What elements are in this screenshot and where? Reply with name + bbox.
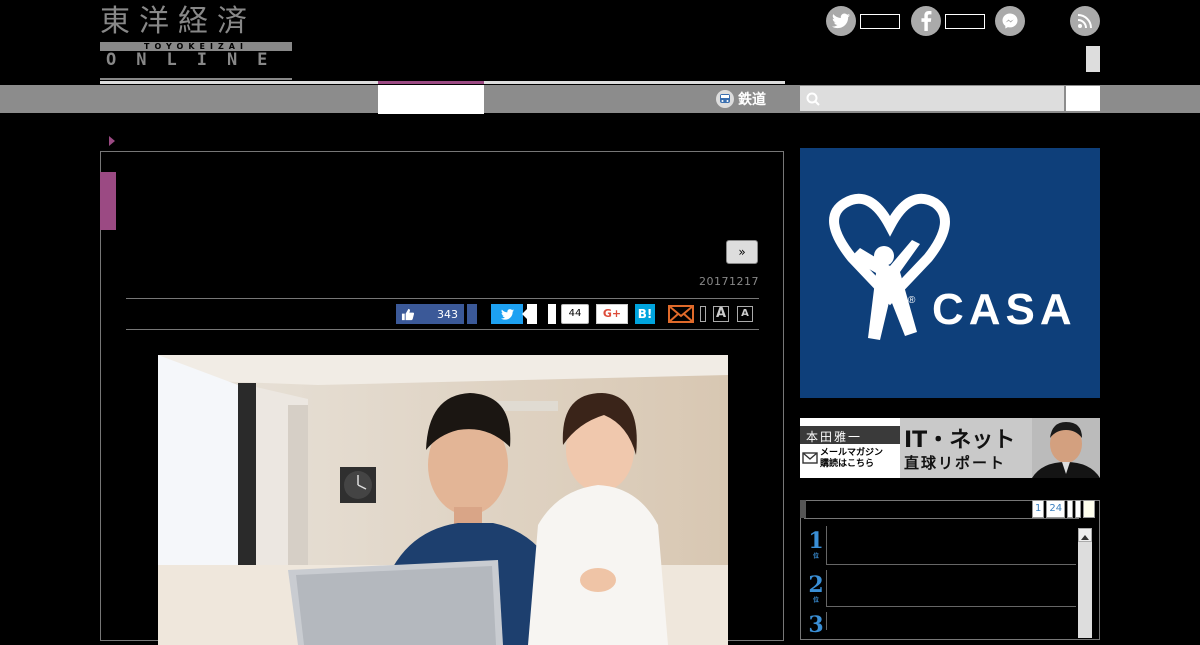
ranking-scrollbar[interactable] xyxy=(1078,528,1092,638)
train-icon xyxy=(716,90,734,108)
print-button[interactable] xyxy=(700,306,706,322)
rank-2-number: 2位 xyxy=(808,572,824,604)
facebook-like-button[interactable]: 343 xyxy=(396,304,464,324)
rank-1-divider xyxy=(826,526,827,564)
ranking-tab-3[interactable] xyxy=(1067,500,1074,518)
facebook-icon[interactable] xyxy=(911,6,941,36)
divider-top xyxy=(126,298,759,299)
nav-rail-label: 鉄道 xyxy=(738,92,766,108)
tweet-button[interactable] xyxy=(491,304,523,324)
logo-online: ONLINE xyxy=(106,50,288,70)
rank-3-number: 3 xyxy=(808,612,824,638)
font-size-large-button[interactable]: A xyxy=(713,306,729,322)
ranking-tabs: 1 24 xyxy=(1032,500,1096,518)
honda-column-subtitle: 直球リポート xyxy=(904,454,1007,472)
twitter-bird-icon xyxy=(500,308,514,320)
site-logo[interactable]: 東洋経済 xyxy=(100,4,292,40)
ranking-tab-24[interactable]: 24 xyxy=(1046,500,1066,518)
search-button[interactable] xyxy=(1066,86,1100,111)
thumbs-up-icon xyxy=(401,308,414,320)
breadcrumb-arrow-icon xyxy=(109,136,115,146)
divider-bottom xyxy=(126,329,759,330)
nav-item-rail[interactable]: 鉄道 xyxy=(716,88,766,110)
rss-icon[interactable] xyxy=(1070,6,1100,36)
twitter-icon[interactable] xyxy=(826,6,856,36)
tweet-count xyxy=(527,304,537,324)
honda-mag-line2: 購読はこちら xyxy=(820,459,875,469)
ranking-divider xyxy=(804,518,1079,519)
facebook-count xyxy=(945,14,985,29)
google-plus-button[interactable]: G+ xyxy=(596,304,628,324)
share-square[interactable] xyxy=(548,304,556,324)
casa-logo-text: CASA xyxy=(932,285,1077,334)
next-page-button[interactable]: » xyxy=(726,240,758,264)
rank-2-divider xyxy=(826,570,827,606)
arrow-up-icon xyxy=(1081,535,1089,540)
search-icon xyxy=(806,92,820,106)
logo-underline xyxy=(100,78,292,80)
title-accent-bar xyxy=(100,172,116,230)
honda-column-title: IT・ネット xyxy=(904,428,1016,453)
rank-1-separator xyxy=(826,564,1076,565)
rank-3-divider xyxy=(826,612,827,630)
ranking-header-bar xyxy=(800,500,806,518)
ad-casa-banner[interactable]: ® CASA xyxy=(800,148,1100,398)
article-date: 20171217 xyxy=(699,275,759,288)
scroll-up-button[interactable] xyxy=(1078,528,1092,542)
search-input[interactable] xyxy=(800,86,1064,111)
mail-icon[interactable] xyxy=(668,304,694,324)
nav-tab-active[interactable] xyxy=(378,85,484,114)
nav-active-indicator xyxy=(378,81,484,84)
font-size-small-button[interactable]: A xyxy=(737,306,753,322)
honda-author-name: 本田雅一 xyxy=(806,430,863,444)
rank-1-number: 1位 xyxy=(808,528,824,560)
share-count: 44 xyxy=(561,304,589,324)
author-photo xyxy=(1032,418,1100,478)
ad-honda-newsletter[interactable]: 本田雅一 メールマガジン 購読はこちら IT・ネット 直球リポート xyxy=(800,418,1100,478)
honda-mag-line1: メールマガジン xyxy=(820,448,884,458)
casa-registered-mark: ® xyxy=(908,295,916,306)
article-photo xyxy=(158,355,728,645)
facebook-share-button[interactable] xyxy=(467,304,477,324)
ranking-box xyxy=(800,500,1100,640)
like-count: 343 xyxy=(437,307,458,321)
twitter-count xyxy=(860,14,900,29)
ranking-tab-1[interactable]: 1 xyxy=(1032,500,1045,518)
messenger-icon[interactable] xyxy=(995,6,1025,36)
header-menu-button[interactable] xyxy=(1086,46,1100,72)
ranking-tab-5[interactable] xyxy=(1083,500,1096,518)
hatena-bookmark-button[interactable]: B! xyxy=(635,304,655,324)
rank-2-separator xyxy=(826,606,1076,607)
ranking-tab-4[interactable] xyxy=(1075,500,1082,518)
envelope-icon xyxy=(802,452,818,464)
